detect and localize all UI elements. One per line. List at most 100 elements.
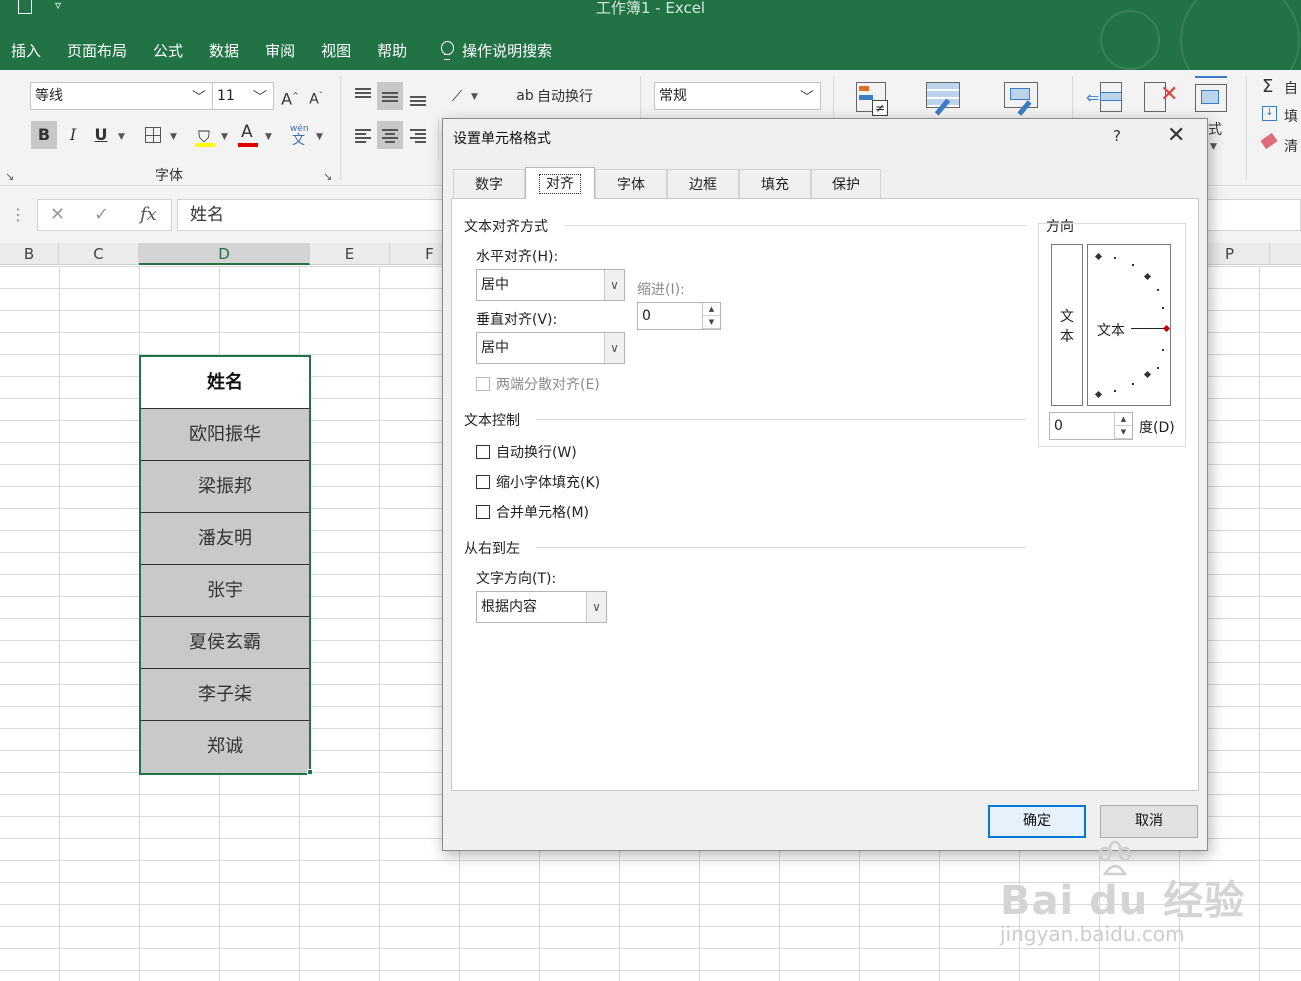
shrink-font-button[interactable]: Aˇ [303, 82, 329, 110]
spin-up-icon[interactable]: ▲ [1115, 413, 1132, 426]
column-header-d[interactable]: D [139, 243, 310, 265]
table-row[interactable]: 梁振邦 [141, 461, 309, 513]
column-header-e[interactable]: E [310, 243, 390, 265]
tab-number[interactable]: 数字 [453, 169, 525, 199]
tab-help[interactable]: 帮助 [364, 40, 420, 61]
spin-buttons[interactable]: ▲ ▼ [1114, 413, 1132, 439]
spin-up-icon[interactable]: ▲ [703, 303, 720, 316]
tab-view[interactable]: 视图 [308, 40, 364, 61]
fill-handle[interactable] [307, 769, 313, 775]
phonetic-guide-button[interactable]: wén 文 [286, 121, 312, 149]
cancel-icon[interactable]: ✕ [50, 204, 65, 225]
format-cells-icon[interactable] [1193, 76, 1231, 114]
cancel-button[interactable]: 取消 [1100, 805, 1198, 838]
align-left-icon[interactable] [350, 121, 376, 149]
format-label[interactable]: 式 [1208, 119, 1222, 139]
close-icon[interactable]: ✕ [1167, 123, 1185, 148]
insert-cells-icon[interactable]: ⇐ [1086, 80, 1124, 118]
autosum-icon[interactable]: Σ [1262, 76, 1273, 97]
ok-button[interactable]: 确定 [988, 805, 1086, 838]
orientation-dial[interactable]: 文本 [1087, 244, 1171, 406]
dialog-launcher-icon[interactable]: ↘ [5, 170, 14, 183]
dial-handle[interactable] [1162, 324, 1171, 333]
tab-alignment[interactable]: 对齐 [525, 167, 595, 199]
tab-protection[interactable]: 保护 [811, 169, 881, 199]
borders-button[interactable] [140, 121, 166, 149]
chevron-down-icon[interactable]: ﹀ [800, 85, 814, 111]
table-row[interactable]: 欧阳振华 [141, 409, 309, 461]
chevron-down-icon[interactable]: ▼ [221, 132, 228, 142]
column-header-b[interactable]: B [0, 243, 59, 265]
table-header-cell[interactable]: 姓名 [141, 357, 309, 409]
chevron-down-icon[interactable]: ▼ [265, 132, 272, 142]
chevron-down-icon[interactable]: ▼ [316, 132, 323, 142]
merge-cells-checkbox[interactable]: 合并单元格(M) [476, 502, 589, 522]
vertical-align-select[interactable]: 居中 ∨ [476, 332, 625, 364]
checkbox-box[interactable] [476, 377, 490, 391]
font-name-combo[interactable]: 等线 ﹀ [30, 82, 213, 110]
enter-icon[interactable]: ✓ [94, 204, 109, 225]
chevron-down-icon[interactable]: ▼ [1210, 142, 1217, 152]
tell-me-search[interactable]: 操作说明搜索 [462, 40, 565, 61]
spin-down-icon[interactable]: ▼ [703, 316, 720, 329]
name-table[interactable]: 姓名 欧阳振华 梁振邦 潘友明 张宇 夏侯玄霸 李子柒 郑诚 [139, 355, 311, 775]
cell-styles-icon[interactable] [1002, 80, 1040, 118]
spin-buttons[interactable]: ▲ ▼ [702, 303, 720, 329]
table-row[interactable]: 郑诚 [141, 721, 309, 773]
shrink-to-fit-checkbox[interactable]: 缩小字体填充(K) [476, 472, 600, 492]
bold-button[interactable]: B [31, 121, 57, 149]
align-center-icon[interactable] [377, 121, 403, 149]
help-icon[interactable]: ? [1113, 127, 1121, 145]
table-row[interactable]: 张宇 [141, 565, 309, 617]
spin-down-icon[interactable]: ▼ [1115, 426, 1132, 439]
wrap-text-button[interactable]: 自动换行 [537, 86, 593, 106]
fill-label[interactable]: 填 [1284, 106, 1298, 126]
chevron-down-icon[interactable]: ∨ [586, 592, 606, 622]
tab-insert[interactable]: 插入 [0, 40, 54, 61]
tab-border[interactable]: 边框 [667, 169, 739, 199]
clear-label[interactable]: 清 [1284, 136, 1298, 156]
tab-page-layout[interactable]: 页面布局 [54, 40, 140, 61]
chevron-down-icon[interactable]: ∨ [604, 333, 624, 363]
column-header-c[interactable]: C [59, 243, 139, 265]
checkbox-box[interactable] [476, 505, 490, 519]
align-right-icon[interactable] [405, 121, 431, 149]
tab-formulas[interactable]: 公式 [140, 40, 196, 61]
align-top-icon[interactable] [350, 82, 376, 110]
font-size-combo[interactable]: 11 ﹀ [212, 82, 274, 110]
table-row[interactable]: 李子柒 [141, 669, 309, 721]
delete-cells-icon[interactable]: ✕ [1142, 80, 1180, 118]
tab-data[interactable]: 数据 [196, 40, 252, 61]
vertical-text-button[interactable]: 文 本 [1051, 244, 1083, 406]
checkbox-box[interactable] [476, 445, 490, 459]
chevron-down-icon[interactable]: ∨ [604, 270, 624, 300]
insert-function-icon[interactable]: fx [140, 204, 157, 225]
tab-font[interactable]: 字体 [595, 169, 667, 199]
degrees-spinner[interactable]: 0 ▲ ▼ [1049, 412, 1133, 440]
number-format-combo[interactable]: 常规 ﹀ [654, 82, 821, 110]
chevron-down-icon[interactable]: ▼ [118, 132, 125, 142]
autosum-label[interactable]: 自 [1284, 78, 1298, 98]
underline-button[interactable]: U [88, 121, 114, 149]
orientation-icon[interactable]: ⟋ [444, 82, 470, 110]
text-direction-select[interactable]: 根据内容 ∨ [476, 591, 607, 623]
chevron-down-icon[interactable]: ﹀ [192, 85, 206, 111]
fill-down-icon[interactable]: ↓ [1262, 106, 1277, 121]
tab-review[interactable]: 审阅 [252, 40, 308, 61]
italic-button[interactable]: I [60, 121, 86, 149]
justify-distributed-checkbox[interactable]: 两端分散对齐(E) [476, 374, 600, 394]
align-bottom-icon[interactable] [405, 82, 431, 110]
grip-icon[interactable]: ⋮ [10, 205, 26, 224]
chevron-down-icon[interactable]: ▼ [170, 132, 177, 142]
wrap-text-icon[interactable]: ab [512, 82, 538, 110]
chevron-down-icon[interactable]: ﹀ [253, 85, 267, 111]
font-color-button[interactable]: A [235, 121, 261, 149]
horizontal-align-select[interactable]: 居中 ∨ [476, 269, 625, 301]
fill-color-button[interactable]: ⛉ [192, 121, 218, 149]
eraser-icon[interactable] [1260, 132, 1278, 150]
checkbox-box[interactable] [476, 475, 490, 489]
indent-spinner[interactable]: 0 ▲ ▼ [637, 302, 721, 330]
format-as-table-icon[interactable] [924, 80, 962, 118]
wrap-text-checkbox[interactable]: 自动换行(W) [476, 442, 577, 462]
tab-fill[interactable]: 填充 [739, 169, 811, 199]
